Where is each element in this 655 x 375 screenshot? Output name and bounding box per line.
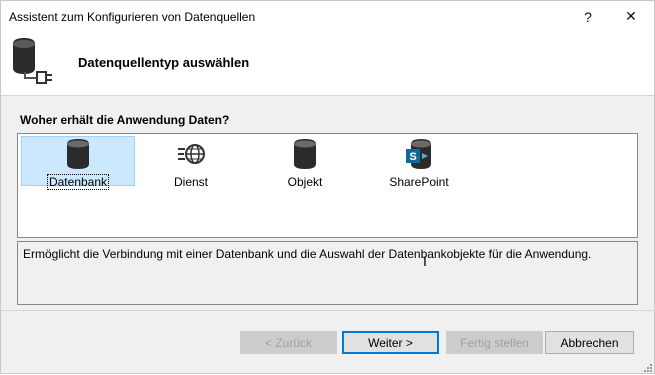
source-item-label: SharePoint xyxy=(389,175,449,189)
source-item-dienst[interactable]: Dienst xyxy=(134,136,248,189)
description-box: Ermöglicht die Verbindung mit einer Date… xyxy=(17,241,638,305)
source-item-label: Dienst xyxy=(173,175,208,189)
wizard-body: Woher erhält die Anwendung Daten? Datenb… xyxy=(1,96,654,310)
back-button[interactable]: < Zurück xyxy=(240,331,337,354)
database-plug-icon xyxy=(11,38,59,87)
source-question: Woher erhält die Anwendung Daten? xyxy=(20,113,230,127)
source-type-list[interactable]: Datenbank Dienst Objekt S SharePoint xyxy=(17,133,638,238)
wizard-footer: < Zurück Weiter > Fertig stellen Abbrech… xyxy=(1,311,654,373)
title-bar: Assistent zum Konfigurieren von Datenque… xyxy=(1,1,654,32)
finish-button[interactable]: Fertig stellen xyxy=(446,331,543,354)
source-item-sharepoint[interactable]: S SharePoint xyxy=(362,136,476,189)
dialog-window: Assistent zum Konfigurieren von Datenque… xyxy=(0,0,655,374)
description-text: Ermöglicht die Verbindung mit einer Date… xyxy=(23,247,592,261)
database-icon xyxy=(21,139,135,169)
page-title: Datenquellentyp auswählen xyxy=(78,55,250,70)
sharepoint-icon: S xyxy=(362,139,476,169)
cancel-button[interactable]: Abbrechen xyxy=(545,331,634,354)
source-item-objekt[interactable]: Objekt xyxy=(248,136,362,189)
object-icon xyxy=(248,139,362,169)
svg-text:S: S xyxy=(409,151,416,163)
web-service-icon xyxy=(134,139,248,169)
close-button[interactable]: ✕ xyxy=(611,1,651,32)
next-button[interactable]: Weiter > xyxy=(342,331,439,354)
window-title: Assistent zum Konfigurieren von Datenque… xyxy=(9,10,256,24)
source-item-datenbank[interactable]: Datenbank xyxy=(21,136,135,190)
source-item-label: Datenbank xyxy=(46,174,110,190)
resize-grip-icon[interactable] xyxy=(642,361,652,372)
source-item-label: Objekt xyxy=(287,175,323,189)
wizard-header: Datenquellentyp auswählen xyxy=(1,32,654,95)
help-button[interactable]: ? xyxy=(568,1,608,32)
text-cursor-icon: I xyxy=(423,253,427,269)
